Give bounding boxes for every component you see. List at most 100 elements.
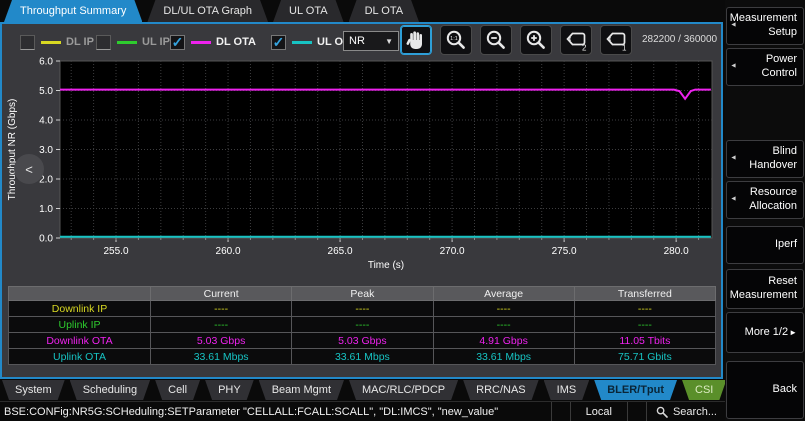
divider bbox=[627, 402, 628, 421]
softkey-measurement-setup[interactable]: ◄Measurement Setup bbox=[726, 7, 804, 45]
softkey-sidebar: ◄Measurement Setup◄Power Control ◄Blind H… bbox=[725, 0, 805, 421]
softkey-iperf[interactable]: Iperf bbox=[726, 226, 804, 264]
search-button[interactable]: Search... bbox=[656, 406, 725, 418]
throughput-chart[interactable]: 0.01.02.03.04.05.06.0255.0260.0265.0270.… bbox=[2, 57, 722, 287]
x-tick-label: 280.0 bbox=[664, 246, 689, 257]
check-icon: ✓ bbox=[172, 35, 184, 49]
table-row-downlink-ip: Downlink IP---------------- bbox=[9, 301, 716, 317]
pan-hand-button[interactable] bbox=[400, 25, 432, 55]
row-label: Uplink OTA bbox=[9, 349, 151, 365]
table-row-uplink-ip: Uplink IP---------------- bbox=[9, 317, 716, 333]
cell-uplink-ip-average: ---- bbox=[433, 317, 574, 333]
svg-text:2: 2 bbox=[582, 44, 587, 53]
legend-label: DL IP bbox=[66, 36, 94, 48]
divider bbox=[646, 402, 647, 421]
legend-item-ul-ip[interactable]: UL IP bbox=[96, 33, 170, 51]
checkbox-dl-ota[interactable]: ✓ bbox=[170, 35, 185, 50]
row-label: Downlink OTA bbox=[9, 333, 151, 349]
throughput-table-body: Downlink IP----------------Uplink IP----… bbox=[9, 301, 716, 365]
softkey-power-control[interactable]: ◄Power Control bbox=[726, 48, 804, 86]
search-icon bbox=[656, 406, 668, 418]
divider bbox=[551, 402, 552, 421]
more-arrow-icon: ► bbox=[789, 328, 797, 338]
cell-uplink-ip-transferred: ---- bbox=[574, 317, 715, 333]
sample-counter: 282200 / 360000 bbox=[642, 25, 717, 55]
config-tab-cell[interactable]: Cell bbox=[155, 380, 200, 400]
cell-downlink-ota-transferred: 11.05 Tbits bbox=[574, 333, 715, 349]
config-tab-bar: SystemSchedulingCellPHYBeam MgmtMAC/RLC/… bbox=[2, 380, 725, 401]
legend-item-dl-ota[interactable]: ✓ DL OTA bbox=[170, 33, 256, 51]
chevron-down-icon: ▼ bbox=[385, 37, 393, 46]
y-tick-label: 3.0 bbox=[39, 145, 53, 156]
row-label: Downlink IP bbox=[9, 301, 151, 317]
softkey-label: More 1/2 bbox=[745, 326, 788, 340]
cell-downlink-ip-current: ---- bbox=[151, 301, 292, 317]
column-header-average: Average bbox=[433, 287, 574, 301]
series-color-swatch bbox=[117, 41, 137, 44]
submenu-arrow-icon: ◄ bbox=[730, 155, 737, 164]
local-mode-indicator: Local bbox=[580, 406, 618, 418]
tab-ul-ota[interactable]: UL OTA bbox=[273, 0, 344, 22]
series-color-swatch bbox=[191, 41, 211, 44]
softkey-blind-handover[interactable]: ◄Blind Handover bbox=[726, 140, 804, 178]
marker-2-button[interactable]: 2 bbox=[560, 25, 592, 55]
checkbox-ul-ota[interactable]: ✓ bbox=[271, 35, 286, 50]
legend-item-dl-ip[interactable]: DL IP bbox=[20, 33, 94, 51]
cell-downlink-ip-average: ---- bbox=[433, 301, 574, 317]
softkey-reset-measurement[interactable]: Reset Measurement bbox=[726, 269, 804, 309]
softkey-label: Resource Allocation bbox=[739, 186, 797, 214]
tab-dl-ota[interactable]: DL OTA bbox=[349, 0, 420, 22]
marker-2-icon: 2 bbox=[563, 28, 589, 52]
y-tick-label: 5.0 bbox=[39, 86, 53, 97]
cell-uplink-ota-current: 33.61 Mbps bbox=[151, 349, 292, 365]
scpi-command-text: BSE:CONFig:NR5G:SCHeduling:SETParameter … bbox=[4, 402, 498, 421]
softkey-back[interactable]: Back bbox=[726, 361, 804, 419]
cell-downlink-ota-current: 5.03 Gbps bbox=[151, 333, 292, 349]
x-tick-label: 265.0 bbox=[328, 246, 353, 257]
y-tick-label: 0.0 bbox=[39, 234, 53, 245]
zoom-out-icon bbox=[484, 28, 508, 52]
legend-label: DL OTA bbox=[216, 36, 256, 48]
softkey-more-1-2[interactable]: More 1/2► bbox=[726, 312, 804, 353]
config-tab-ims[interactable]: IMS bbox=[544, 380, 590, 400]
rat-dropdown-value: NR bbox=[349, 35, 365, 47]
cell-uplink-ip-current: ---- bbox=[151, 317, 292, 333]
marker-1-button[interactable]: 1 bbox=[600, 25, 632, 55]
config-tab-mac-rlc-pdcp[interactable]: MAC/RLC/PDCP bbox=[349, 380, 458, 400]
tab-dl-ul-ota-graph[interactable]: DL/UL OTA Graph bbox=[147, 0, 268, 22]
zoom-in-button[interactable] bbox=[520, 25, 552, 55]
column-header-transferred: Transferred bbox=[574, 287, 715, 301]
config-tab-system[interactable]: System bbox=[2, 380, 65, 400]
zoom-1to1-button[interactable]: 1:1 bbox=[440, 25, 472, 55]
divider bbox=[570, 402, 571, 421]
collapse-panel-button[interactable]: < bbox=[14, 154, 44, 184]
cell-uplink-ota-peak: 33.61 Mbps bbox=[292, 349, 433, 365]
y-axis-label: Throughput NR (Gbps) bbox=[7, 99, 18, 201]
tab-throughput-summary[interactable]: Throughput Summary bbox=[4, 0, 142, 22]
status-bar: BSE:CONFig:NR5G:SCHeduling:SETParameter … bbox=[0, 401, 725, 421]
x-axis-label: Time (s) bbox=[368, 260, 404, 271]
submenu-arrow-icon: ◄ bbox=[730, 22, 737, 31]
config-tab-scheduling[interactable]: Scheduling bbox=[70, 380, 150, 400]
svg-text:1:1: 1:1 bbox=[450, 36, 458, 42]
submenu-arrow-icon: ◄ bbox=[730, 196, 737, 205]
x-tick-label: 270.0 bbox=[440, 246, 465, 257]
config-tab-csi[interactable]: CSI bbox=[682, 380, 726, 400]
search-label: Search... bbox=[673, 406, 717, 418]
view-tab-bar: Throughput SummaryDL/UL OTA GraphUL OTAD… bbox=[4, 0, 419, 22]
rat-dropdown[interactable]: NR ▼ bbox=[343, 31, 399, 51]
row-label: Uplink IP bbox=[9, 317, 151, 333]
config-tab-bler-tput[interactable]: BLER/Tput bbox=[594, 380, 677, 400]
zoom-out-button[interactable] bbox=[480, 25, 512, 55]
softkey-resource-allocation[interactable]: ◄Resource Allocation bbox=[726, 181, 804, 219]
status-bar-right: Local Search... bbox=[542, 402, 725, 421]
column-header-current: Current bbox=[151, 287, 292, 301]
cell-uplink-ip-peak: ---- bbox=[292, 317, 433, 333]
config-tab-beam-mgmt[interactable]: Beam Mgmt bbox=[259, 380, 344, 400]
checkbox-dl-ip[interactable] bbox=[20, 35, 35, 50]
checkbox-ul-ip[interactable] bbox=[96, 35, 111, 50]
config-tab-rrc-nas[interactable]: RRC/NAS bbox=[463, 380, 539, 400]
throughput-summary-panel: DL IPUL IP✓DL OTA✓UL OTA NR ▼ 1:121 2822… bbox=[0, 22, 723, 379]
config-tab-phy[interactable]: PHY bbox=[205, 380, 254, 400]
column-header-blank bbox=[9, 287, 151, 301]
